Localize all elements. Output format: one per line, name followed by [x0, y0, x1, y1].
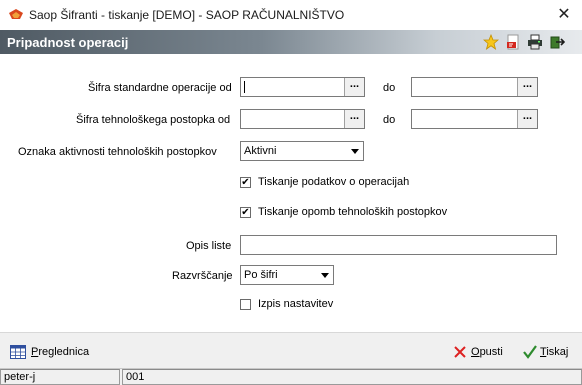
close-button[interactable]: ✕ [552, 3, 576, 27]
preview-button[interactable]: Preglednica [10, 344, 120, 362]
list-desc-input[interactable] [240, 235, 557, 255]
star-icon[interactable] [483, 34, 499, 50]
chevron-down-icon [351, 149, 359, 154]
print-notes-checkbox[interactable]: ✔ [240, 207, 251, 218]
activity-label: Oznaka aktivnosti tehnoloških postopkov [18, 146, 217, 158]
std-op-from-input[interactable]: ... [240, 77, 365, 97]
std-op-from-lookup-button[interactable]: ... [344, 78, 364, 96]
sort-select[interactable]: Po šifri [240, 265, 334, 285]
app-logo-icon [9, 9, 23, 19]
std-op-to-input[interactable]: ... [411, 77, 538, 97]
std-op-label: Šifra standardne operacije od [88, 82, 232, 94]
exit-icon[interactable] [549, 34, 565, 50]
cancel-label: pusti [479, 346, 503, 358]
tech-proc-label: Šifra tehnološkega postopka od [76, 114, 231, 126]
chevron-down-icon [321, 273, 329, 278]
activity-value: Aktivni [244, 145, 277, 157]
tech-proc-from-input[interactable]: ... [240, 109, 365, 129]
tech-proc-from-lookup-button[interactable]: ... [344, 110, 364, 128]
printer-icon[interactable] [527, 34, 543, 50]
cancel-button[interactable]: Opusti [454, 344, 514, 362]
window-title: Saop Šifranti - tiskanje [DEMO] - SAOP R… [29, 8, 345, 22]
std-op-to-label: do [383, 82, 396, 94]
tech-proc-to-label: do [383, 114, 396, 126]
status-code: 001 [122, 369, 582, 385]
print-notes-label: Tiskanje opomb tehnoloških postopkov [258, 206, 448, 218]
sort-value: Po šifri [244, 269, 278, 281]
print-ops-label: Tiskanje podatkov o operacijah [258, 176, 410, 188]
title-bar: Saop Šifranti - tiskanje [DEMO] - SAOP R… [0, 0, 582, 30]
form-title: Pripadnost operacij [7, 35, 129, 50]
print-button[interactable]: Tiskaj [523, 344, 575, 362]
checkmark-icon [523, 345, 537, 359]
std-op-to-lookup-button[interactable]: ... [517, 78, 537, 96]
activity-select[interactable]: Aktivni [240, 141, 364, 161]
print-settings-label: Izpis nastavitev [258, 298, 334, 310]
print-ops-checkbox[interactable]: ✔ [240, 177, 251, 188]
grid-table-icon [10, 345, 26, 359]
preview-label: reglednica [38, 346, 90, 358]
pdf-export-icon[interactable] [505, 34, 521, 50]
close-icon [454, 346, 466, 358]
cancel-mnemonic: O [471, 346, 480, 358]
list-desc-label: Opis liste [186, 240, 232, 252]
text-caret [244, 81, 245, 93]
tech-proc-to-lookup-button[interactable]: ... [517, 110, 537, 128]
print-settings-checkbox[interactable] [240, 299, 251, 310]
status-user: peter-j [0, 369, 120, 385]
tech-proc-to-input[interactable]: ... [411, 109, 538, 129]
sort-label: Razvrščanje [172, 270, 233, 282]
print-label: iskaj [546, 346, 569, 358]
